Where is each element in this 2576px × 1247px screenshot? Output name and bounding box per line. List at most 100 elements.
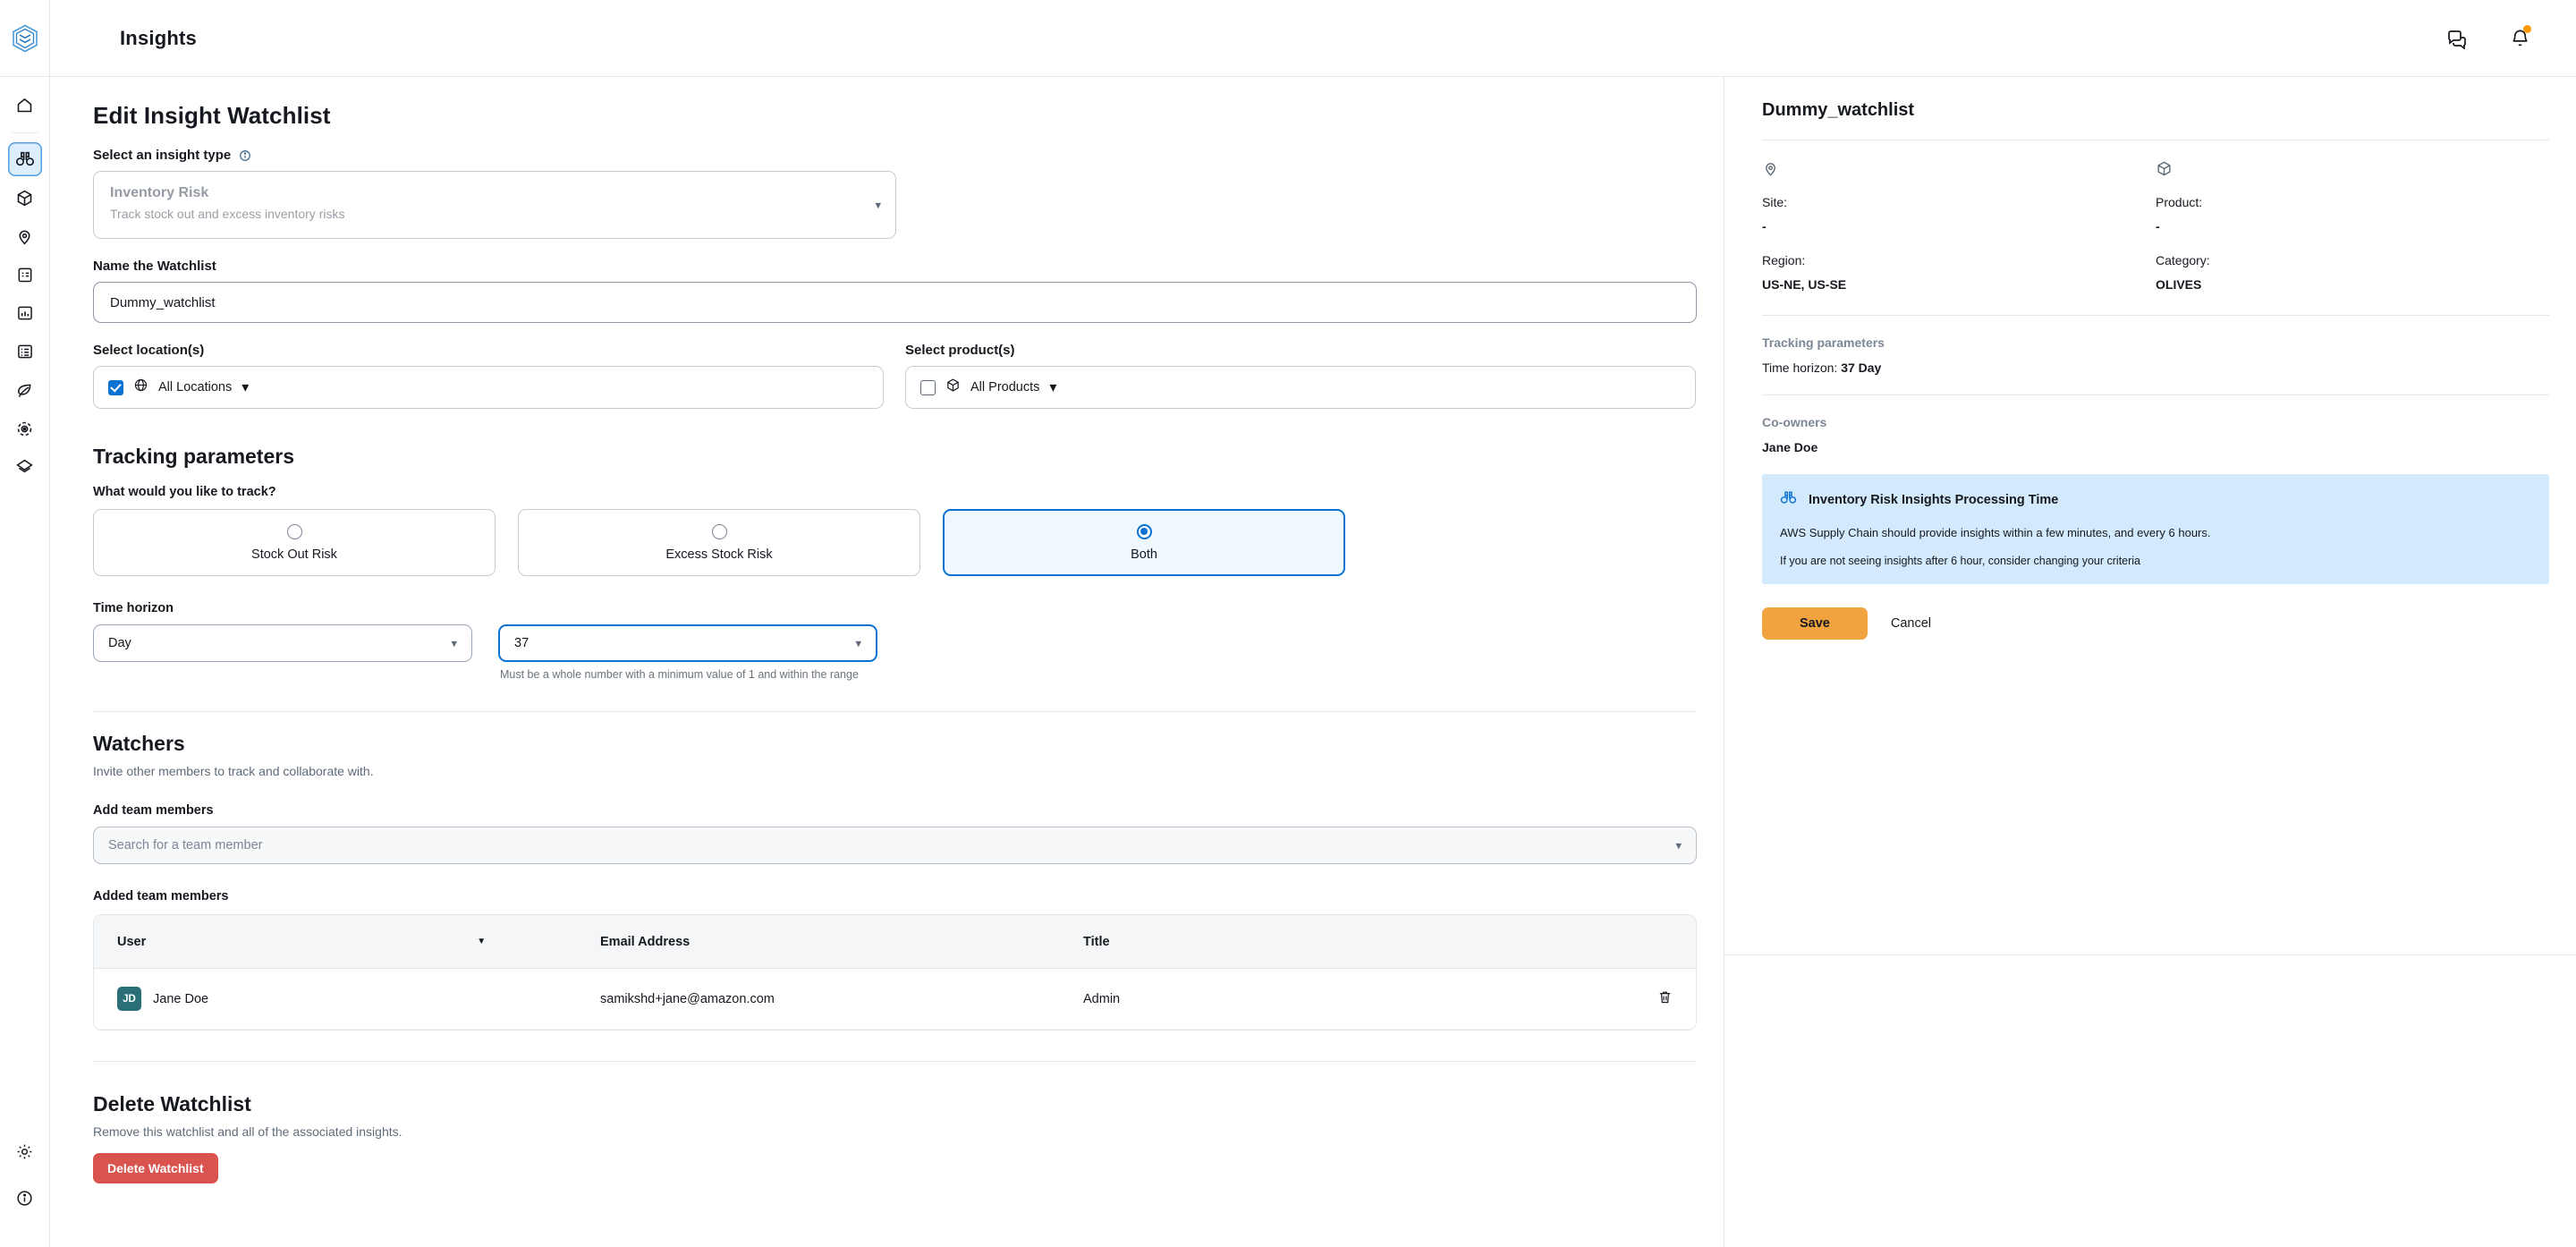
sidebar-item-home[interactable] bbox=[8, 88, 42, 122]
page-title: Insights bbox=[120, 26, 197, 49]
top-bar-actions bbox=[2442, 23, 2576, 54]
summary-site-key: Site: bbox=[1762, 195, 1788, 209]
callout-title: Inventory Risk Insights Processing Time bbox=[1809, 493, 2059, 507]
insight-type-label: Select an insight type bbox=[93, 148, 1682, 163]
cell-user-name: Jane Doe bbox=[153, 991, 209, 1006]
delete-watchlist-section: Delete Watchlist Remove this watchlist a… bbox=[93, 1092, 1682, 1183]
summary-divider-3 bbox=[1762, 394, 2549, 395]
gear-icon bbox=[17, 1144, 32, 1158]
column-header-user[interactable]: User ▼ bbox=[117, 935, 600, 949]
summary-co-owners-label: Co-owners bbox=[1762, 415, 1827, 429]
time-horizon-unit-select[interactable]: Day ▾ bbox=[93, 624, 472, 662]
insight-type-select[interactable]: Inventory Risk Track stock out and exces… bbox=[93, 171, 896, 239]
info-circle-icon[interactable] bbox=[239, 149, 251, 162]
main-content: Edit Insight Watchlist Select an insight… bbox=[50, 77, 2576, 1247]
sidebar-item-supply-planning[interactable] bbox=[8, 411, 42, 445]
table-header-row: User ▼ Email Address Title bbox=[94, 915, 1696, 969]
leaf-icon bbox=[17, 384, 31, 397]
product-select[interactable]: All Products ▾ bbox=[905, 366, 1696, 409]
team-members-table: User ▼ Email Address Title JD Jane Doe s… bbox=[93, 914, 1697, 1031]
column-header-email-label: Email Address bbox=[600, 934, 691, 949]
radio-icon bbox=[711, 523, 727, 539]
time-horizon-number-select[interactable]: 37 ▾ bbox=[498, 624, 877, 662]
tracking-option-stock-out-risk[interactable]: Stock Out Risk bbox=[93, 509, 496, 576]
time-horizon-unit-value: Day bbox=[108, 636, 131, 650]
callout-line-1: AWS Supply Chain should provide insights… bbox=[1780, 526, 2211, 539]
tracking-options: Stock Out Risk Excess Stock Risk Both bbox=[93, 509, 1682, 576]
location-pin-icon bbox=[1762, 160, 2156, 182]
cancel-button[interactable]: Cancel bbox=[1891, 616, 1931, 631]
column-header-title-label: Title bbox=[1083, 934, 1110, 949]
summary-product-value: - bbox=[2156, 219, 2160, 233]
notification-badge-dot bbox=[2523, 24, 2531, 33]
summary-time-horizon-prefix: Time horizon: bbox=[1762, 361, 1842, 375]
home-icon bbox=[17, 98, 32, 112]
team-member-search-select[interactable]: Search for a team member ▾ bbox=[93, 827, 1697, 864]
watchlist-name-input[interactable] bbox=[93, 282, 1697, 323]
insight-type-description: Track stock out and excess inventory ris… bbox=[110, 206, 345, 221]
edit-watchlist-form: Edit Insight Watchlist Select an insight… bbox=[50, 77, 1724, 1247]
trash-icon[interactable] bbox=[1657, 989, 1673, 1009]
sidebar-item-help[interactable] bbox=[8, 1181, 42, 1215]
sidebar-item-settings[interactable] bbox=[8, 1134, 42, 1168]
binoculars-icon bbox=[15, 151, 34, 166]
tracking-option-both[interactable]: Both bbox=[943, 509, 1345, 576]
sidebar-bottom-group bbox=[8, 1134, 42, 1247]
summary-product-key: Product: bbox=[2156, 195, 2203, 209]
summary-time-horizon: Time horizon: 37 Day bbox=[1762, 361, 2549, 375]
column-header-email: Email Address bbox=[600, 935, 1083, 949]
sidebar-divider bbox=[11, 132, 38, 133]
product-value: All Products bbox=[970, 380, 1040, 394]
summary-divider-2 bbox=[1762, 315, 2549, 316]
column-header-user-label: User bbox=[117, 934, 147, 949]
summary-region-key: Region: bbox=[1762, 253, 1806, 267]
product-label: Select product(s) bbox=[905, 343, 1015, 358]
layers-icon bbox=[16, 459, 33, 472]
table-row: JD Jane Doe samikshd+jane@amazon.com Adm… bbox=[94, 969, 1696, 1030]
sidebar-item-insights[interactable] bbox=[7, 142, 42, 176]
location-select[interactable]: All Locations ▾ bbox=[93, 366, 884, 409]
chevron-down-icon: ▾ bbox=[451, 636, 457, 650]
save-button[interactable]: Save bbox=[1762, 607, 1868, 640]
sidebar-item-inventory[interactable] bbox=[8, 181, 42, 215]
processing-time-callout: Inventory Risk Insights Processing Time … bbox=[1762, 474, 2549, 584]
delete-watchlist-button[interactable]: Delete Watchlist bbox=[93, 1153, 218, 1183]
time-horizon-helper-text: Must be a whole number with a minimum va… bbox=[500, 668, 859, 681]
sidebar-item-sustainability[interactable] bbox=[8, 373, 42, 407]
cell-email: samikshd+jane@amazon.com bbox=[600, 991, 775, 1006]
chat-support-icon[interactable] bbox=[2442, 23, 2472, 54]
sidebar-item-data-lake[interactable] bbox=[8, 450, 42, 484]
watchlist-summary-panel: Dummy_watchlist Site: - Region: US-NE, U… bbox=[1724, 77, 2576, 955]
side-panel-filler bbox=[1724, 954, 2576, 1247]
notifications-bell-icon[interactable] bbox=[2504, 23, 2535, 54]
product-box-icon bbox=[945, 377, 961, 397]
sidebar-item-plans[interactable] bbox=[8, 258, 42, 292]
radio-icon-selected bbox=[1136, 523, 1152, 539]
delete-section-subtitle: Remove this watchlist and all of the ass… bbox=[93, 1124, 402, 1139]
sort-descending-caret-icon[interactable]: ▼ bbox=[477, 937, 486, 946]
time-horizon-label: Time horizon bbox=[93, 601, 174, 615]
delete-section-title: Delete Watchlist bbox=[93, 1092, 251, 1116]
chevron-down-icon: ▾ bbox=[855, 636, 861, 650]
sidebar-item-demand-planning[interactable] bbox=[8, 296, 42, 330]
sidebar-item-network[interactable] bbox=[8, 219, 42, 253]
location-checkbox[interactable] bbox=[108, 379, 123, 395]
tracking-option-label: Both bbox=[1131, 547, 1157, 562]
time-horizon-number-value: 37 bbox=[514, 636, 530, 650]
chevron-down-icon: ▾ bbox=[875, 198, 881, 212]
chevron-down-icon: ▾ bbox=[1675, 838, 1682, 853]
summary-region-value: US-NE, US-SE bbox=[1762, 277, 1847, 292]
sidebar-item-work-orders[interactable] bbox=[8, 335, 42, 369]
chevron-down-icon: ▾ bbox=[242, 380, 250, 395]
aws-supply-chain-cube-logo-icon bbox=[12, 24, 38, 52]
added-team-members-label: Added team members bbox=[93, 889, 229, 903]
location-label: Select location(s) bbox=[93, 343, 205, 358]
app-logo[interactable] bbox=[0, 0, 50, 77]
location-value: All Locations bbox=[158, 380, 233, 394]
summary-title: Dummy_watchlist bbox=[1762, 100, 1915, 120]
product-checkbox[interactable] bbox=[920, 379, 936, 395]
sidebar-nav bbox=[0, 77, 50, 1247]
team-member-search-placeholder: Search for a team member bbox=[108, 838, 263, 853]
tracking-option-excess-stock-risk[interactable]: Excess Stock Risk bbox=[518, 509, 920, 576]
avatar: JD bbox=[117, 987, 141, 1011]
